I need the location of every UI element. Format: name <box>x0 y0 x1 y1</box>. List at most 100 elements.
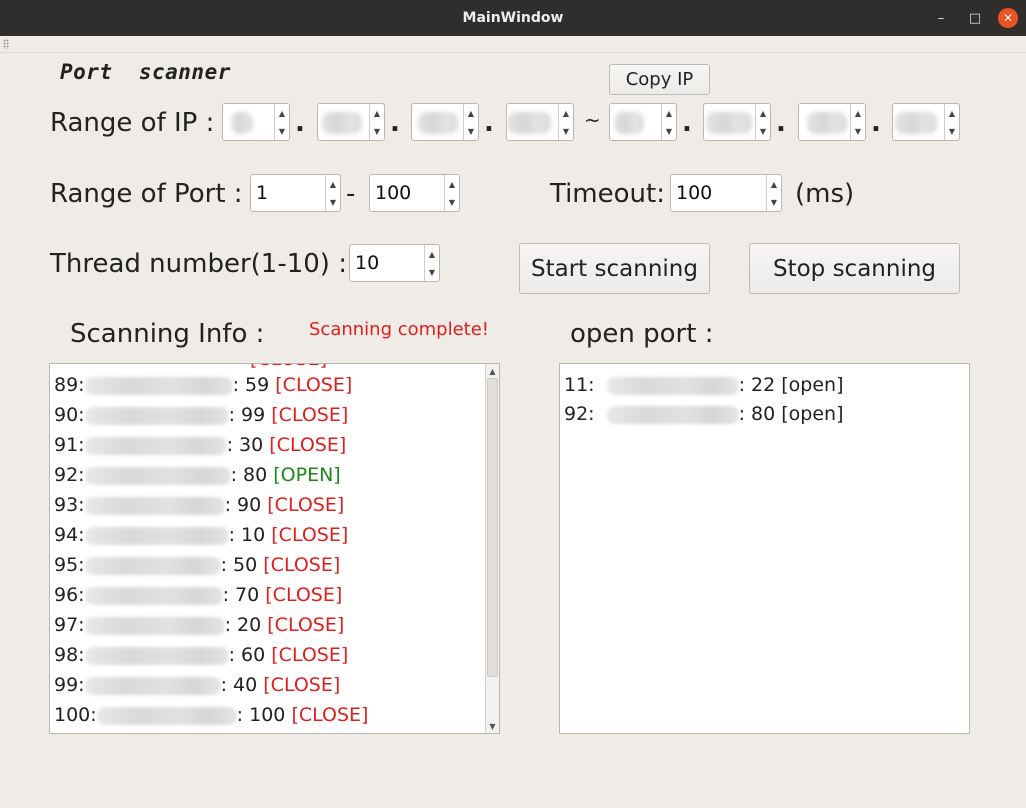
row-port: 10 <box>241 524 266 546</box>
row-index: 93: <box>54 494 85 516</box>
spin-up-icon[interactable]: ▲ <box>425 245 439 263</box>
maximize-icon[interactable]: □ <box>965 8 985 28</box>
spin-up-icon[interactable]: ▲ <box>851 104 865 122</box>
row-index: 89: <box>54 374 85 396</box>
redacted-value <box>507 112 551 134</box>
start-scanning-button[interactable]: Start scanning <box>519 243 710 294</box>
row-index: 100: <box>54 704 97 726</box>
timeout-unit-label: (ms) <box>795 179 855 209</box>
spin-down-icon[interactable]: ▼ <box>370 122 384 140</box>
spin-down-icon[interactable]: ▼ <box>767 193 781 211</box>
window-titlebar: MainWindow – □ ✕ <box>0 0 1026 36</box>
separator: : <box>228 524 242 546</box>
ip-start-octet-2[interactable]: ▲ ▼ <box>317 103 385 141</box>
redacted-address <box>84 646 229 665</box>
spin-up-icon[interactable]: ▲ <box>326 175 340 193</box>
row-status: [CLOSE] <box>271 524 349 546</box>
thread-number-value: 10 <box>355 252 380 274</box>
row-port: 80 <box>243 464 268 486</box>
scanning-info-label: Scanning Info : <box>70 319 265 349</box>
redacted-value <box>231 112 253 134</box>
copy-ip-button[interactable]: Copy IP <box>609 64 710 95</box>
row-port: 99 <box>241 404 266 426</box>
row-port: 90 <box>237 494 262 516</box>
ip-dot: . <box>776 108 786 138</box>
range-port-label: Range of Port : <box>50 179 243 209</box>
ip-dot: . <box>295 108 305 138</box>
scan-log-row: 92:: 80 [OPEN] <box>54 460 341 490</box>
clipped-previous-line: [CLOSE] <box>250 364 327 370</box>
open-port-row: 92:: 80 [open] <box>564 399 844 429</box>
stop-scanning-button[interactable]: Stop scanning <box>749 243 960 294</box>
port-to-spinbox[interactable]: 100 ▲ ▼ <box>369 174 460 212</box>
ip-end-octet-2[interactable]: ▲ ▼ <box>703 103 771 141</box>
redacted-value <box>418 112 458 134</box>
redacted-value <box>895 112 937 134</box>
scan-log-row: 98:: 60 [CLOSE] <box>54 640 348 670</box>
scan-log-row: 97:: 20 [CLOSE] <box>54 610 344 640</box>
row-port: 50 <box>233 554 258 576</box>
spin-up-icon[interactable]: ▲ <box>662 104 676 122</box>
port-range-separator: - <box>346 179 356 209</box>
row-port: 59 <box>245 374 270 396</box>
minimize-icon[interactable]: – <box>931 8 951 28</box>
spin-down-icon[interactable]: ▼ <box>326 193 340 211</box>
ip-end-octet-3[interactable]: ▲ ▼ <box>798 103 866 141</box>
open-port-list[interactable]: 11:: 22 [open] 92:: 80 [open] <box>559 363 970 734</box>
row-status: [CLOSE] <box>269 434 347 456</box>
row-index: 97: <box>54 614 85 636</box>
row-index: 95: <box>54 554 85 576</box>
separator: : <box>228 644 242 666</box>
spin-down-icon[interactable]: ▼ <box>756 122 770 140</box>
spin-down-icon[interactable]: ▼ <box>662 122 676 140</box>
scan-log-row: 100:: 100 [CLOSE] <box>54 700 368 730</box>
spin-up-icon[interactable]: ▲ <box>370 104 384 122</box>
timeout-label: Timeout: <box>550 179 665 209</box>
scan-log-row: 94:: 10 [CLOSE] <box>54 520 348 550</box>
row-port: 100 <box>249 704 286 726</box>
separator: : <box>738 403 752 425</box>
scroll-down-icon[interactable]: ▼ <box>486 719 499 733</box>
row-status: [CLOSE] <box>263 674 341 696</box>
open-port-row: 11:: 22 [open] <box>564 370 844 400</box>
scrollbar-thumb[interactable] <box>487 378 498 677</box>
port-from-spinbox[interactable]: 1 ▲ ▼ <box>250 174 341 212</box>
spin-up-icon[interactable]: ▲ <box>559 104 573 122</box>
timeout-spinbox[interactable]: 100 ▲ ▼ <box>670 174 782 212</box>
ip-end-octet-1[interactable]: ▲ ▼ <box>609 103 677 141</box>
spin-down-icon[interactable]: ▼ <box>945 122 959 140</box>
row-port: 30 <box>239 434 264 456</box>
spin-down-icon[interactable]: ▼ <box>464 122 478 140</box>
spin-down-icon[interactable]: ▼ <box>559 122 573 140</box>
row-index: 92: <box>564 403 595 425</box>
ip-start-octet-1[interactable]: ▲ ▼ <box>222 103 290 141</box>
spin-down-icon[interactable]: ▼ <box>425 263 439 281</box>
ip-start-octet-4[interactable]: ▲ ▼ <box>506 103 574 141</box>
spin-up-icon[interactable]: ▲ <box>756 104 770 122</box>
spin-up-icon[interactable]: ▲ <box>275 104 289 122</box>
scanning-info-list[interactable]: [CLOSE] 89:: 59 [CLOSE]90:: 99 [CLOSE]91… <box>49 363 500 734</box>
scan-log-row: 93:: 90 [CLOSE] <box>54 490 344 520</box>
redacted-address <box>606 405 739 424</box>
scroll-up-icon[interactable]: ▲ <box>486 364 499 378</box>
spin-up-icon[interactable]: ▲ <box>767 175 781 193</box>
ip-dot: . <box>484 108 494 138</box>
spin-up-icon[interactable]: ▲ <box>445 175 459 193</box>
spin-down-icon[interactable]: ▼ <box>445 193 459 211</box>
separator: : <box>224 494 238 516</box>
spin-up-icon[interactable]: ▲ <box>945 104 959 122</box>
row-port: 22 <box>751 374 776 396</box>
row-port: 80 <box>751 403 776 425</box>
close-icon[interactable]: ✕ <box>998 8 1018 28</box>
spin-up-icon[interactable]: ▲ <box>464 104 478 122</box>
row-index: 92: <box>54 464 85 486</box>
ip-start-octet-3[interactable]: ▲ ▼ <box>411 103 479 141</box>
spin-down-icon[interactable]: ▼ <box>275 122 289 140</box>
ip-end-octet-4[interactable]: ▲ ▼ <box>892 103 960 141</box>
scan-log-scrollbar[interactable]: ▲ ▼ <box>485 364 499 733</box>
spin-down-icon[interactable]: ▼ <box>851 122 865 140</box>
row-port: 20 <box>237 614 262 636</box>
thread-number-spinbox[interactable]: 10 ▲ ▼ <box>349 244 440 282</box>
row-index: 94: <box>54 524 85 546</box>
toolbar-grip-icon[interactable] <box>3 39 9 49</box>
